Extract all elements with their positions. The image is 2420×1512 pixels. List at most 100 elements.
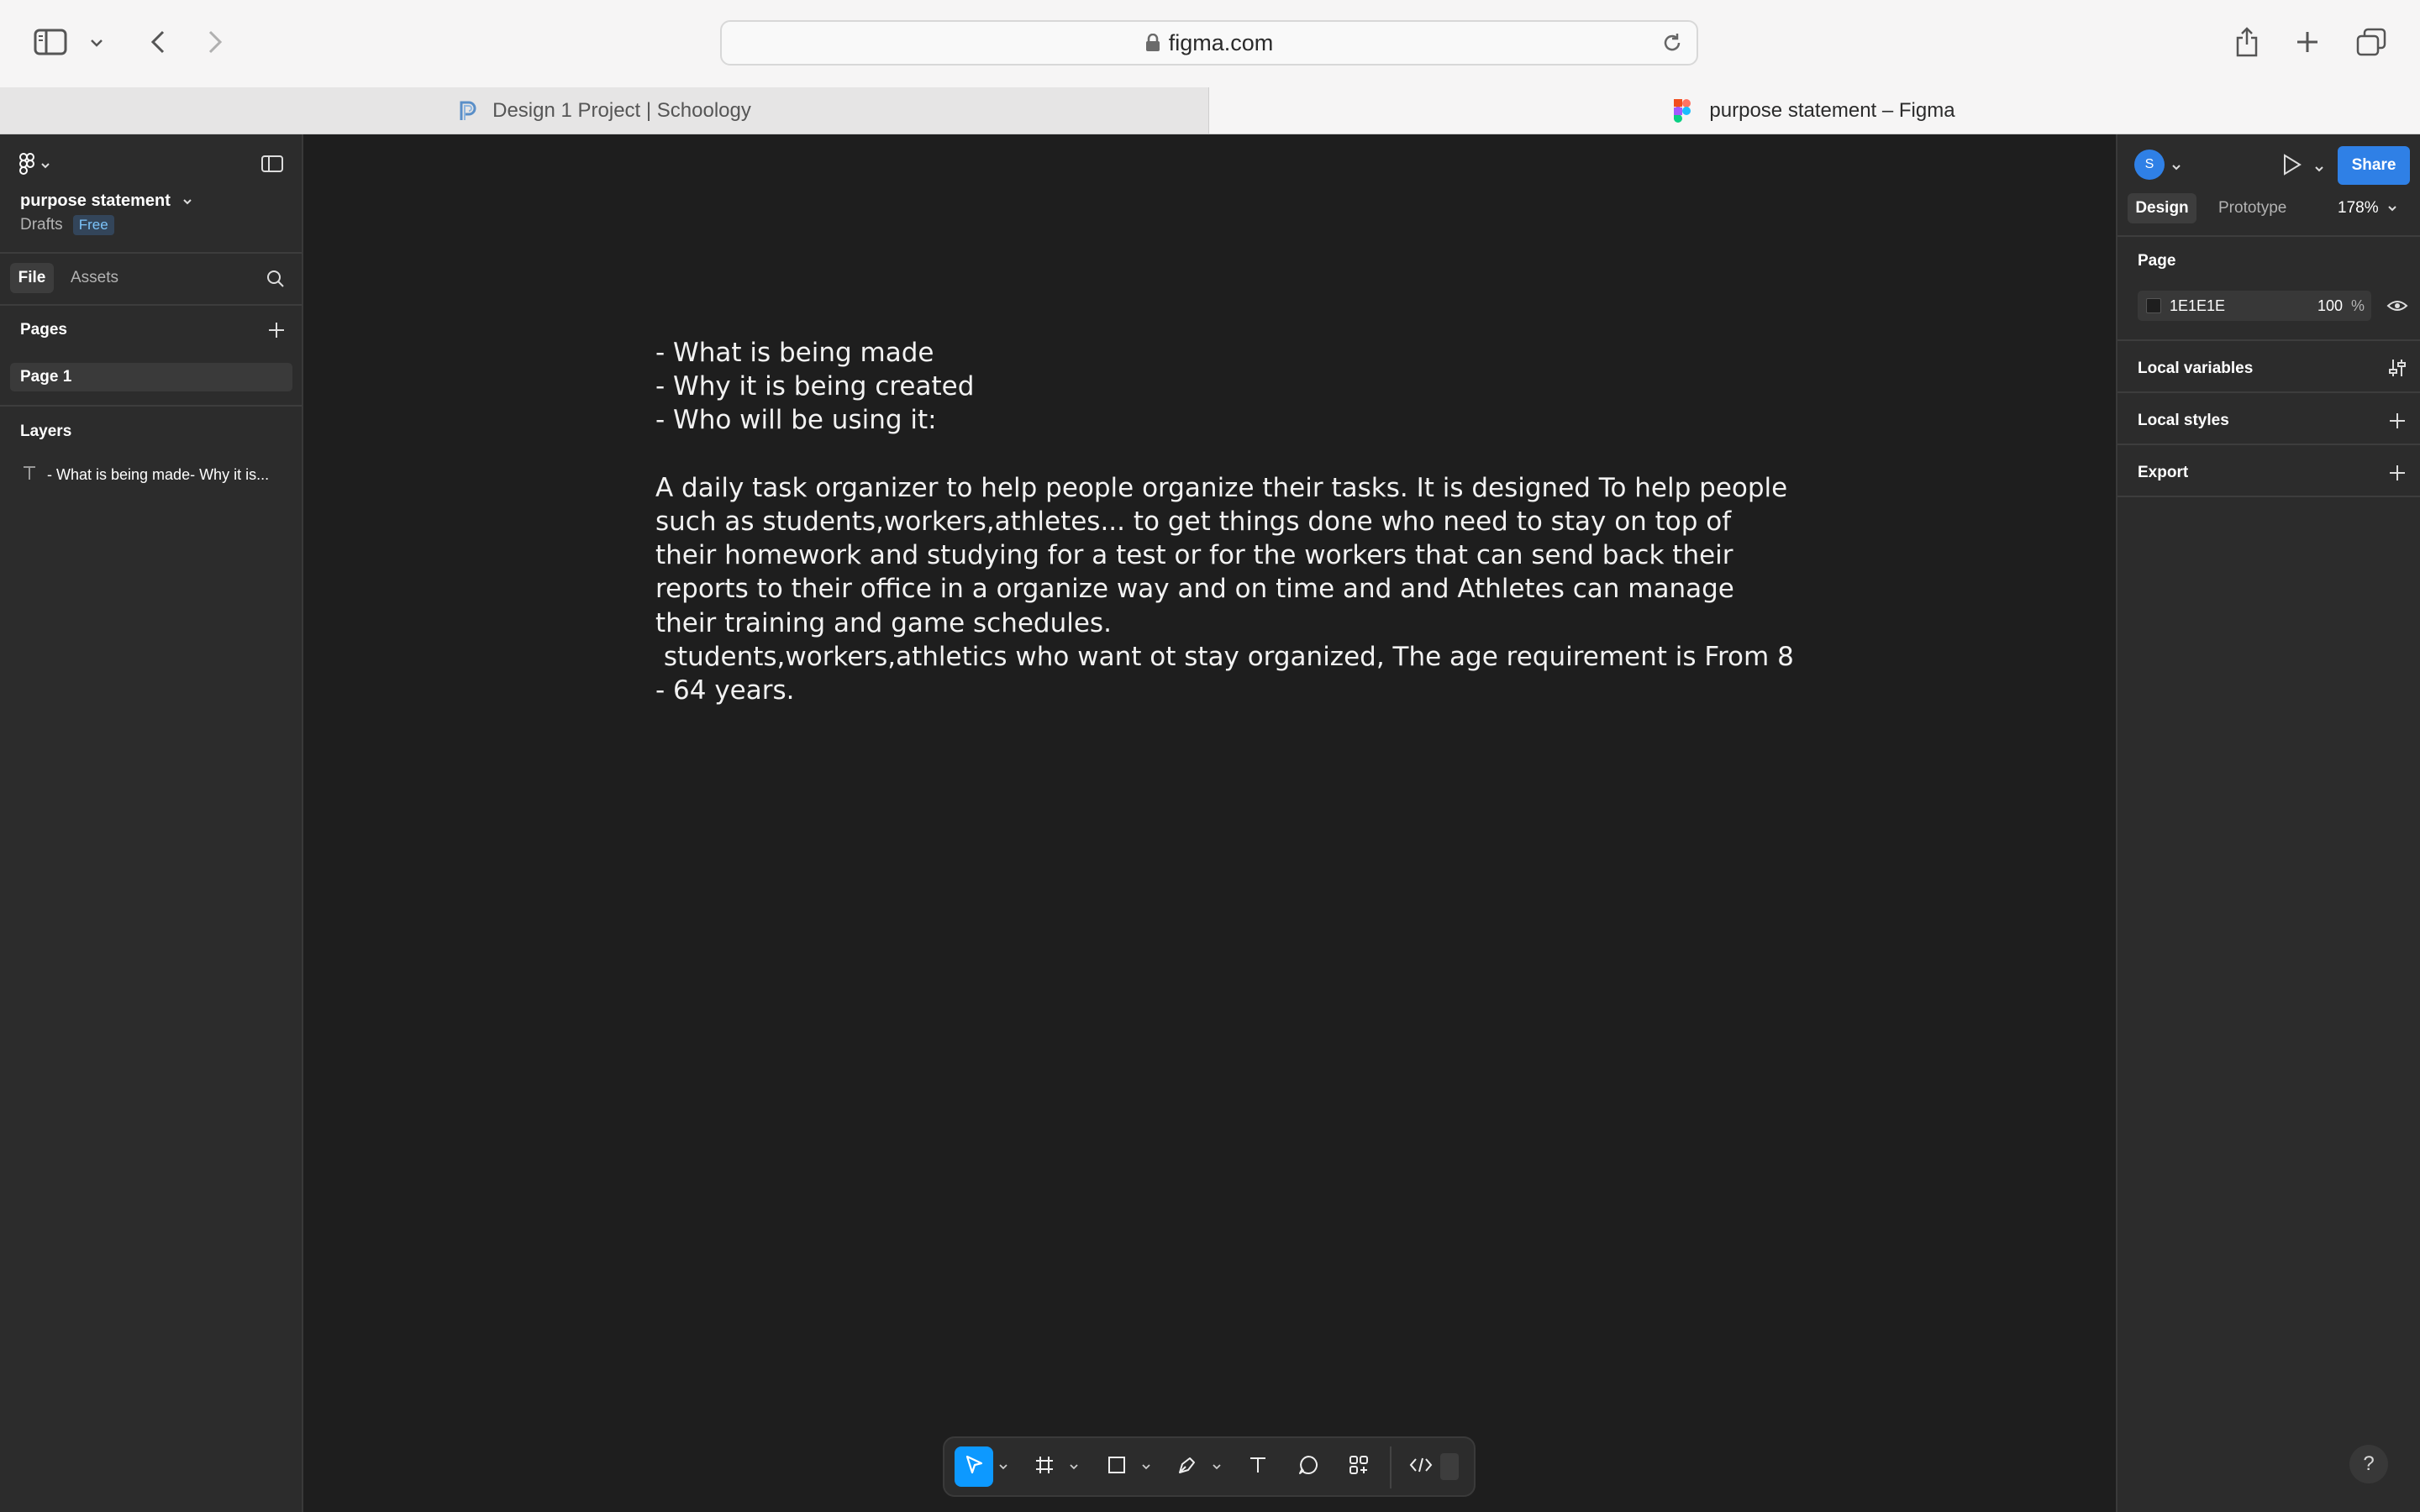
chevron-down-icon[interactable] [86, 32, 108, 54]
move-tool[interactable] [955, 1446, 993, 1487]
dev-mode-toggle[interactable] [1402, 1446, 1465, 1487]
file-location: Drafts Free [20, 215, 114, 235]
back-icon[interactable] [141, 25, 175, 59]
share-icon[interactable] [2228, 24, 2265, 60]
avatar-initial: S [2144, 157, 2154, 171]
text-tool[interactable] [1239, 1446, 1277, 1487]
page-section-heading: Page [2138, 252, 2176, 270]
tab-design[interactable]: Design [2128, 193, 2196, 223]
page-item[interactable]: Page 1 [10, 363, 292, 391]
share-button[interactable]: Share [2338, 146, 2410, 185]
lock-icon [1145, 33, 1160, 52]
local-variables-heading: Local variables [2138, 360, 2254, 377]
tools-toolbar [943, 1436, 1476, 1497]
text-layer-icon [22, 465, 37, 485]
file-name: purpose statement [20, 192, 171, 210]
location-label[interactable]: Drafts [20, 216, 63, 234]
address-bar[interactable]: figma.com [720, 20, 1698, 66]
figma-logo-icon [18, 152, 35, 179]
avatar[interactable]: S [2134, 150, 2165, 180]
tab-prototype[interactable]: Prototype [2218, 193, 2286, 223]
pages-heading: Pages [20, 321, 67, 339]
actions-tool[interactable] [1339, 1446, 1378, 1487]
divider [2118, 444, 2420, 445]
pen-tool[interactable] [1168, 1446, 1207, 1487]
divider [2118, 496, 2420, 497]
file-name-button[interactable]: purpose statement [20, 192, 192, 211]
pen-icon [1176, 1454, 1198, 1480]
tab-label: purpose statement – Figma [1709, 98, 1955, 122]
rectangle-icon [1107, 1455, 1127, 1479]
opacity-unit: % [2350, 297, 2365, 314]
panel-toggle-icon[interactable] [260, 155, 284, 177]
search-icon[interactable] [266, 269, 286, 293]
frame-icon [1034, 1455, 1055, 1479]
export-heading: Export [2138, 464, 2189, 481]
toolbar-divider [1390, 1446, 1392, 1488]
variables-settings-icon[interactable] [2388, 358, 2407, 382]
tab-bar: Design 1 Project | Schoology purpose sta… [0, 87, 2420, 134]
sidebar-toggle-icon[interactable] [32, 25, 69, 59]
add-export-icon[interactable] [2388, 464, 2407, 486]
color-swatch[interactable] [2146, 298, 2161, 313]
page-color-value: 1E1E1E [2170, 297, 2226, 314]
chevron-down-icon [40, 158, 50, 173]
chevron-down-icon [2387, 201, 2397, 216]
canvas[interactable]: - What is being made - Why it is being c… [303, 134, 2116, 1512]
divider [2118, 339, 2420, 341]
tab-assets-label: Assets [71, 269, 119, 286]
tab-schoology[interactable]: Design 1 Project | Schoology [0, 87, 1209, 134]
layers-heading: Layers [20, 423, 72, 440]
frame-tool[interactable] [1025, 1446, 1064, 1487]
chevron-down-icon[interactable] [2171, 160, 2181, 175]
add-page-icon[interactable] [267, 321, 286, 344]
add-style-icon[interactable] [2388, 412, 2407, 434]
zoom-dropdown[interactable]: 178% [2338, 193, 2397, 223]
divider [2118, 391, 2420, 393]
text-layer[interactable]: - What is being made - Why it is being c… [655, 336, 1798, 707]
help-button-label: ? [2363, 1452, 2375, 1475]
comment-bubble-icon [1297, 1454, 1319, 1480]
chevron-down-icon[interactable] [1065, 1446, 1082, 1487]
layer-item[interactable]: - What is being made- Why it is... [10, 460, 296, 489]
shape-tool[interactable] [1097, 1446, 1136, 1487]
forward-icon[interactable] [198, 25, 232, 59]
reload-icon[interactable] [1661, 32, 1683, 58]
widgets-icon [1348, 1454, 1370, 1480]
page-color-field[interactable]: 1E1E1E 100 % [2138, 291, 2371, 321]
url-text: figma.com [1168, 29, 1274, 55]
tab-figma[interactable]: purpose statement – Figma [1209, 87, 2420, 134]
share-button-label: Share [2351, 156, 2396, 174]
page-item-label: Page 1 [20, 368, 72, 386]
tab-design-label: Design [2135, 199, 2189, 217]
right-sidebar: S Share Design Prototype 178% Page 1E1E1… [2116, 134, 2420, 1512]
divider [2118, 235, 2420, 237]
chevron-down-icon[interactable] [995, 1446, 1012, 1487]
visibility-eye-icon[interactable] [2386, 297, 2408, 318]
plan-badge: Free [72, 215, 114, 235]
chevron-down-icon [182, 194, 192, 209]
toggle-knob [1440, 1453, 1459, 1480]
tab-file[interactable]: File [10, 263, 54, 293]
cursor-arrow-icon [963, 1454, 985, 1480]
tab-overview-icon[interactable] [2353, 25, 2390, 59]
local-styles-heading: Local styles [2138, 412, 2229, 429]
main-menu-button[interactable] [18, 152, 59, 179]
schoology-favicon-icon [457, 99, 481, 123]
comment-tool[interactable] [1289, 1446, 1328, 1487]
divider [0, 304, 302, 306]
chevron-down-icon[interactable] [1138, 1446, 1155, 1487]
text-icon [1248, 1455, 1268, 1479]
tab-assets[interactable]: Assets [71, 263, 118, 293]
divider [0, 405, 302, 407]
chevron-down-icon[interactable] [2314, 161, 2324, 176]
chevron-down-icon[interactable] [1208, 1446, 1225, 1487]
tab-file-label: File [18, 269, 46, 286]
new-tab-icon[interactable] [2291, 25, 2324, 59]
figma-favicon-icon [1674, 98, 1697, 123]
left-sidebar: purpose statement Drafts Free File Asset… [0, 134, 303, 1512]
help-button[interactable]: ? [2349, 1445, 2388, 1483]
tab-label: Design 1 Project | Schoology [492, 98, 751, 122]
opacity-value[interactable]: 100 [2317, 297, 2343, 315]
present-icon[interactable] [2281, 153, 2302, 181]
